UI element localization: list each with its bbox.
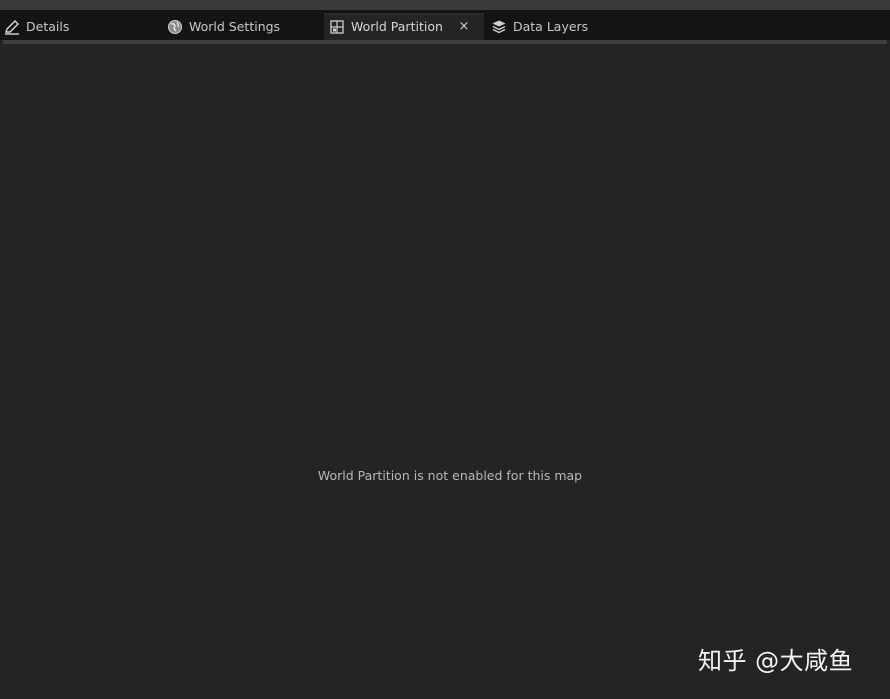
watermark: 知乎 @大咸鱼 [698, 647, 854, 675]
close-icon[interactable]: × [457, 19, 471, 34]
tab-data-layers-label: Data Layers [513, 19, 589, 34]
grid-map-icon [329, 19, 345, 35]
layers-icon [491, 19, 507, 35]
world-partition-panel: World Partition is not enabled for this … [0, 44, 890, 699]
tab-details[interactable]: Details [4, 13, 162, 40]
pencil-icon [4, 19, 20, 35]
tab-world-settings[interactable]: World Settings [167, 13, 319, 40]
globe-icon [167, 19, 183, 35]
tab-data-layers[interactable]: Data Layers [491, 13, 641, 40]
window-top-strip [0, 0, 890, 10]
empty-state-message: World Partition is not enabled for this … [317, 468, 583, 483]
tab-world-partition[interactable]: World Partition × [324, 13, 484, 40]
tab-details-label: Details [26, 19, 70, 34]
tab-world-settings-label: World Settings [189, 19, 281, 34]
tab-bar: Details World Settings World Partition × [0, 10, 890, 40]
tab-world-partition-label: World Partition [351, 19, 443, 34]
